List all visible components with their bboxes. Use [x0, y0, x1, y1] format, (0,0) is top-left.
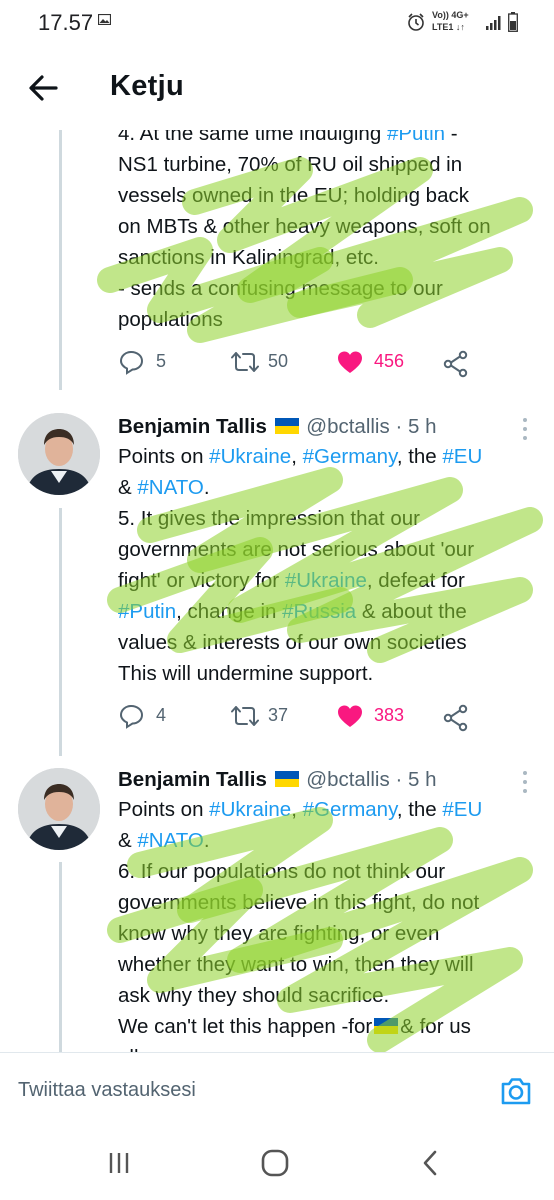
hashtag-link[interactable]: #EU	[442, 798, 482, 821]
hashtag-link[interactable]: #NATO	[137, 829, 203, 852]
status-icons: Vo)) 4G+ LTE1 ↓↑	[406, 10, 526, 38]
retweet-count: 37	[268, 705, 289, 725]
tweet[interactable]: Benjamin Tallis @bctallis · 5 h Points o…	[0, 760, 554, 1052]
author-name[interactable]: Benjamin Tallis	[118, 768, 267, 791]
hashtag-link[interactable]: #EU	[442, 445, 482, 468]
reply-input[interactable]: Twiittaa vastauksesi	[18, 1079, 196, 1102]
hashtag-link[interactable]: #Putin	[118, 600, 176, 623]
retweet-button[interactable]: 50	[230, 347, 300, 377]
tweet-text: Points on #Ukraine, #Germany, the #EU & …	[118, 445, 483, 685]
back-icon[interactable]	[418, 1148, 442, 1178]
reply-composer[interactable]: Twiittaa vastauksesi	[0, 1052, 554, 1133]
tweet-header: Benjamin Tallis @bctallis · 5 h	[118, 768, 436, 792]
heart-icon	[338, 351, 362, 373]
retweet-button[interactable]: 37	[230, 701, 300, 731]
retweet-icon	[231, 706, 259, 726]
signal-icon	[486, 16, 501, 30]
hashtag-link[interactable]: #Ukraine	[209, 445, 291, 468]
retweet-count: 50	[268, 351, 289, 371]
ukraine-flag-emoji	[374, 1018, 399, 1034]
tweet-text: Points on #Ukraine, #Germany, the #EU & …	[118, 798, 483, 1052]
ukraine-flag-icon	[274, 771, 299, 787]
avatar[interactable]	[18, 413, 100, 495]
hashtag-link[interactable]: #Ukraine	[209, 798, 291, 821]
reply-button[interactable]: 5	[118, 347, 178, 377]
more-icon[interactable]	[520, 417, 530, 441]
hashtag-link[interactable]: #Putin	[387, 130, 445, 145]
thread-feed[interactable]: 4. At the same time indulging #Putin - N…	[0, 130, 554, 1052]
like-button[interactable]: 383	[336, 701, 416, 731]
hashtag-link[interactable]: #Germany	[303, 798, 397, 821]
tweet-time: · 5 h	[395, 768, 437, 791]
page-title: Ketju	[110, 70, 184, 102]
back-arrow-icon[interactable]	[24, 68, 64, 108]
battery-icon	[508, 12, 518, 32]
author-name[interactable]: Benjamin Tallis	[118, 415, 267, 438]
avatar[interactable]	[18, 768, 100, 850]
reply-count: 4	[156, 705, 167, 725]
camera-icon[interactable]	[498, 1073, 534, 1109]
hashtag-link[interactable]: #NATO	[137, 476, 203, 499]
share-icon[interactable]	[442, 349, 470, 379]
home-icon[interactable]	[260, 1148, 290, 1178]
heart-icon	[338, 705, 362, 727]
reply-count: 5	[156, 351, 167, 371]
tweet-text: 4. At the same time indulging #Putin - N…	[118, 130, 538, 335]
more-icon[interactable]	[520, 770, 530, 794]
author-handle[interactable]: @bctallis	[306, 415, 389, 438]
gallery-notification-icon	[98, 14, 111, 25]
reply-button[interactable]: 4	[118, 701, 178, 731]
tweet-time: · 5 h	[395, 415, 437, 438]
tweet[interactable]: 4. At the same time indulging #Putin - N…	[0, 130, 554, 400]
network-label-top: Vo)) 4G+	[432, 10, 469, 20]
share-icon[interactable]	[442, 703, 470, 733]
hashtag-link[interactable]: #Ukraine	[285, 569, 367, 592]
network-label-bottom: LTE1 ↓↑	[432, 22, 465, 32]
hashtag-link[interactable]: #Germany	[303, 445, 397, 468]
app-bar: Ketju	[0, 48, 554, 130]
reply-icon	[119, 350, 144, 375]
status-time: 17.57	[38, 10, 94, 35]
tweet[interactable]: Benjamin Tallis @bctallis · 5 h Points o…	[0, 405, 554, 745]
tweet-header: Benjamin Tallis @bctallis · 5 h	[118, 415, 436, 439]
ukraine-flag-icon	[274, 418, 299, 434]
like-count: 383	[374, 705, 405, 725]
retweet-icon	[231, 352, 259, 372]
recents-icon[interactable]	[106, 1150, 132, 1176]
like-count: 456	[374, 351, 405, 371]
alarm-icon	[408, 13, 424, 31]
like-button[interactable]: 456	[336, 347, 416, 377]
hashtag-link[interactable]: #Russia	[282, 600, 356, 623]
author-handle[interactable]: @bctallis	[306, 768, 389, 791]
system-nav-bar	[0, 1132, 554, 1200]
status-bar: 17.57 Vo)) 4G+ LTE1 ↓↑	[0, 0, 554, 48]
reply-icon	[119, 704, 144, 729]
